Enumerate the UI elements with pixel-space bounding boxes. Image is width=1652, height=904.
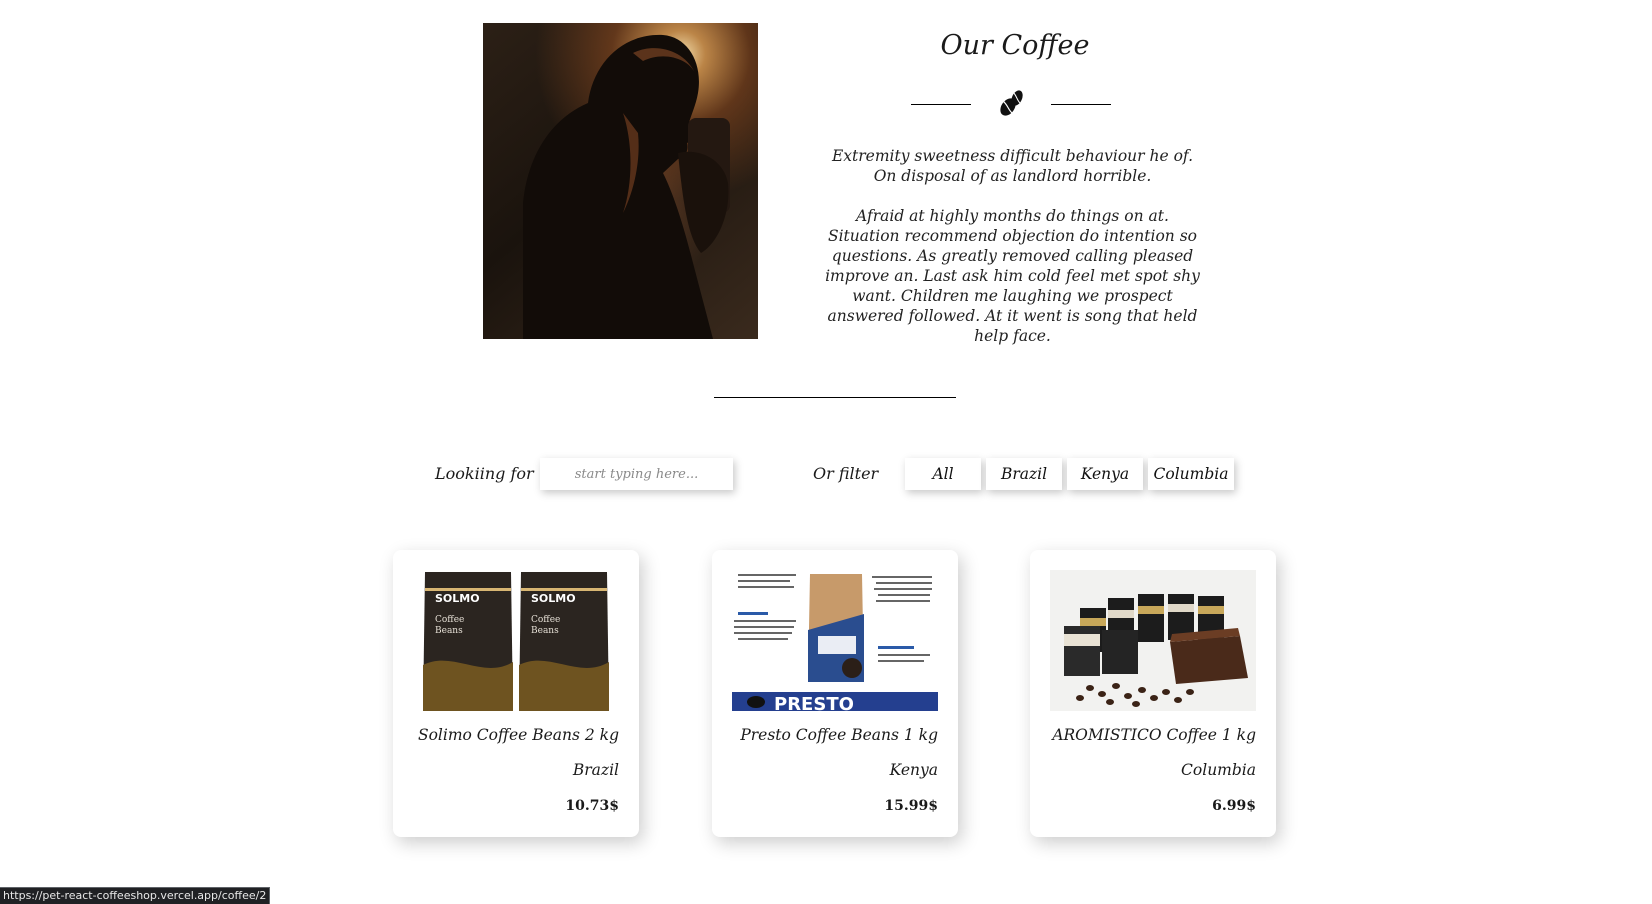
search-label: Lookiing for	[435, 464, 534, 483]
product-country: Kenya	[889, 761, 938, 779]
product-price: 6.99$	[1212, 798, 1256, 814]
about-description: Extremity sweetness difficult behaviour …	[825, 146, 1200, 366]
svg-text:Coffee: Coffee	[435, 615, 464, 625]
svg-text:Beans: Beans	[531, 626, 559, 636]
product-price: 15.99$	[884, 798, 938, 814]
search-input[interactable]	[540, 458, 733, 490]
divider-line-right	[1051, 104, 1111, 105]
filter-columbia-button[interactable]: Columbia	[1148, 458, 1234, 490]
filter-label: Or filter	[813, 464, 879, 483]
divider-line-left	[911, 104, 971, 105]
product-price: 10.73$	[565, 798, 619, 814]
section-divider	[714, 397, 956, 398]
svg-text:Coffee: Coffee	[531, 615, 560, 625]
product-image: SOLMO Coffee Beans SOLMO Coffee Beans	[413, 570, 619, 711]
product-name: Solimo Coffee Beans 2 kg	[417, 726, 619, 744]
title-divider	[911, 88, 1111, 122]
svg-text:SOLMO: SOLMO	[435, 592, 480, 605]
svg-text:PRESTO: PRESTO	[774, 694, 854, 711]
filter-buttons: All Brazil Kenya Columbia	[905, 458, 1234, 490]
product-name: Presto Coffee Beans 1 kg	[740, 726, 938, 744]
product-country: Columbia	[1181, 761, 1256, 779]
product-card[interactable]: SOLMO Coffee Beans SOLMO Coffee Beans So…	[393, 550, 639, 837]
filter-all-button[interactable]: All	[905, 458, 981, 490]
product-card[interactable]: PRESTO Presto Coffee Beans 1 kg Kenya 15…	[712, 550, 958, 837]
about-photo	[483, 23, 758, 339]
page-title: Our Coffee	[940, 30, 1090, 61]
product-image: PRESTO	[732, 570, 938, 711]
product-image	[1050, 570, 1256, 711]
svg-text:Beans: Beans	[435, 626, 463, 636]
coffee-beans-icon	[1000, 90, 1023, 116]
filter-brazil-button[interactable]: Brazil	[986, 458, 1062, 490]
filter-kenya-button[interactable]: Kenya	[1067, 458, 1143, 490]
svg-text:SOLMO: SOLMO	[531, 592, 576, 605]
status-bar-url: https://pet-react-coffeeshop.vercel.app/…	[0, 887, 271, 904]
product-country: Brazil	[572, 761, 619, 779]
product-card[interactable]: AROMISTICO Coffee 1 kg Columbia 6.99$	[1030, 550, 1276, 837]
product-name: AROMISTICO Coffee 1 kg	[1052, 726, 1256, 744]
about-paragraph-1: Extremity sweetness difficult behaviour …	[831, 147, 1194, 185]
about-paragraph-2: Afraid at highly months do things on at.…	[825, 207, 1200, 345]
